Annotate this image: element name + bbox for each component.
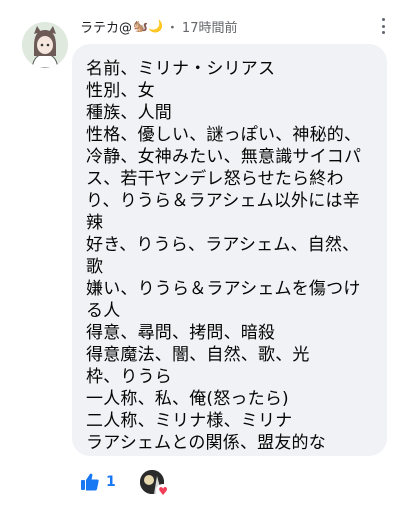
meta-separator: ・: [165, 20, 179, 36]
reactor-avatar[interactable]: ♥: [140, 470, 170, 498]
thumbs-up-icon: [81, 473, 99, 491]
like-button[interactable]: 1: [80, 470, 116, 494]
comment-text: 名前、ミリナ・シリアス 性別、女 種族、人間 性格、優しい、謎っぽい、神秘的、 …: [86, 59, 362, 453]
comment-header: ラテカ@ 🐿️🌙 ・ 17時間前: [80, 14, 390, 38]
like-count: 1: [106, 474, 116, 490]
avatar-illustration: [22, 22, 68, 68]
heart-icon: ♥: [156, 484, 170, 498]
author-avatar[interactable]: [22, 22, 68, 68]
more-options-icon[interactable]: [381, 18, 385, 34]
author-name[interactable]: ラテカ@: [80, 17, 132, 36]
comment-timestamp[interactable]: 17時間前: [182, 17, 238, 36]
author-emojis: 🐿️🌙: [133, 19, 163, 33]
